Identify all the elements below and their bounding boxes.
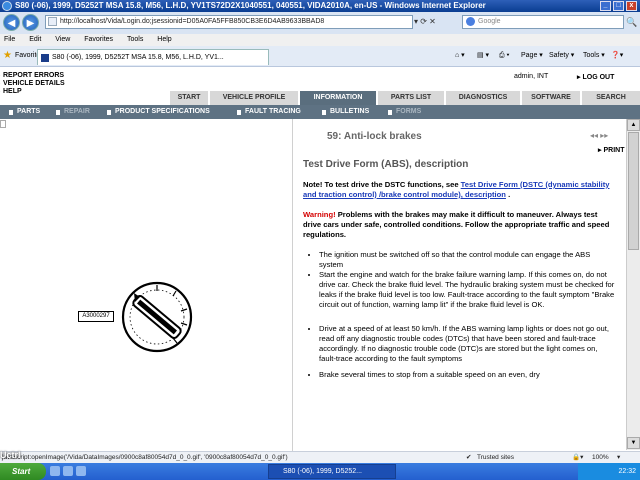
image-panel-handle[interactable] (0, 120, 6, 128)
address-input[interactable]: http://localhost/Vida/Login.do;jsessioni… (45, 15, 413, 29)
scroll-thumb[interactable] (628, 132, 639, 250)
safety-menu[interactable]: Safety ▾ (549, 46, 574, 66)
menu-help[interactable]: Help (157, 36, 171, 43)
favorites-bar: ★ Favorites S80 (-06), 1999, D5252T MSA … (0, 46, 640, 67)
document-content: Test Drive Form (ABS), description Note!… (303, 156, 615, 448)
quicklaunch-icon[interactable] (50, 466, 60, 476)
list-item: Drive at a speed of at least 50 km/h. If… (319, 324, 615, 364)
forward-button[interactable]: ▶ (22, 14, 39, 31)
subnav-repair[interactable]: REPAIR (64, 105, 90, 119)
note-paragraph: Note! To test drive the DSTC functions, … (303, 180, 615, 200)
quicklaunch-icon[interactable] (63, 466, 73, 476)
volvo-tab-icon (41, 54, 49, 62)
top-links: REPORT ERRORS VEHICLE DETAILS HELP (0, 72, 90, 96)
menu-file[interactable]: File (4, 36, 15, 43)
search-input[interactable]: Google (462, 15, 624, 29)
help-icon[interactable]: ❓▾ (611, 46, 623, 66)
list-item: Start the engine and watch for the brake… (319, 270, 615, 310)
report-errors-link[interactable]: REPORT ERRORS (0, 72, 90, 80)
subnav-marker (56, 110, 60, 115)
tab-software[interactable]: SOFTWARE (522, 91, 581, 105)
command-bar: ⌂ ▾ ▤ ▾ ⎙ ▾ Page ▾ Safety ▾ Tools ▾ ❓▾ (455, 46, 640, 66)
warning-text: Problems with the brakes may make it dif… (303, 210, 610, 239)
back-button[interactable]: ◀ (3, 14, 20, 31)
section-title: 59: Anti-lock brakes (327, 131, 422, 142)
vertical-scrollbar[interactable]: ▲ ▼ (626, 119, 640, 450)
subnav-parts[interactable]: PARTS (17, 105, 40, 119)
close-window-button[interactable]: x (626, 1, 637, 11)
image-reference-label: A3000297 (78, 311, 114, 322)
search-icon[interactable]: 🔍 (626, 15, 638, 29)
subnav-marker (322, 110, 326, 115)
tab-search[interactable]: SEARCH (582, 91, 640, 105)
list-item: Brake several times to stop from a suita… (319, 370, 615, 380)
warning-paragraph: Warning! Problems with the brakes may ma… (303, 210, 615, 240)
list-item: The ignition must be switched off so tha… (319, 250, 615, 270)
print-icon[interactable]: ⎙ ▾ (499, 46, 510, 66)
watermark: Uctrl (0, 450, 21, 460)
vehicle-details-link[interactable]: VEHICLE DETAILS (0, 80, 90, 88)
instruction-list: The ignition must be switched off so tha… (303, 250, 615, 380)
browser-tab-title: S80 (-06), 1999, D5252T MSA 15.8, M56, L… (52, 54, 224, 61)
scroll-down-arrow[interactable]: ▼ (627, 437, 640, 449)
page-menu[interactable]: Page ▾ (521, 46, 543, 66)
warning-heading: Warning! (303, 210, 336, 219)
scroll-up-arrow[interactable]: ▲ (627, 119, 640, 131)
star-icon[interactable]: ★ (3, 51, 12, 61)
tab-vehicle-profile[interactable]: VEHICLE PROFILE (210, 91, 299, 105)
quicklaunch-icon[interactable] (76, 466, 86, 476)
maximize-button[interactable]: □ (613, 1, 624, 11)
start-button[interactable]: Start (0, 463, 46, 480)
taskbar-item-ie[interactable]: S80 (-06), 1999, D5252... (268, 464, 396, 479)
print-label: PRINT (603, 147, 625, 154)
form-title: Test Drive Form (ABS), description (303, 159, 469, 170)
home-icon[interactable]: ⌂ ▾ (455, 46, 465, 66)
search-placeholder: Google (478, 18, 501, 25)
note-suffix: . (505, 190, 511, 199)
menu-view[interactable]: View (55, 36, 70, 43)
tab-start[interactable]: START (170, 91, 209, 105)
menu-edit[interactable]: Edit (29, 36, 41, 43)
user-name: admin, INT (514, 73, 549, 80)
tab-parts-list[interactable]: PARTS LIST (378, 91, 445, 105)
sub-navigation: PARTS REPAIR PRODUCT SPECIFICATIONS FAUL… (0, 105, 640, 119)
panel-divider[interactable] (292, 119, 293, 451)
page-icon (48, 17, 57, 26)
main-tabs: START VEHICLE PROFILE INFORMATION PARTS … (170, 91, 640, 105)
note-prefix: Note! To test drive the DSTC functions, … (303, 180, 461, 189)
help-link[interactable]: HELP (0, 88, 90, 96)
system-tray: 22:32 (578, 463, 640, 480)
address-url: http://localhost/Vida/Login.do;jsessioni… (60, 18, 325, 25)
tab-information[interactable]: INFORMATION (300, 91, 377, 105)
browser-tab[interactable]: S80 (-06), 1999, D5252T MSA 15.8, M56, L… (37, 49, 269, 65)
menu-tools[interactable]: Tools (127, 36, 143, 43)
document-nav-arrows[interactable]: ◂◂ ▸▸ (590, 131, 608, 140)
logout-label: LOG OUT (582, 74, 615, 81)
subnav-marker (388, 110, 392, 115)
window-title-bar: S80 (-06), 1999, D5252T MSA 15.8, M56, L… (0, 0, 640, 12)
subnav-bulletins[interactable]: BULLETINS (330, 105, 369, 119)
window-title: S80 (-06), 1999, D5252T MSA 15.8, M56, L… (15, 1, 486, 10)
menu-bar: File Edit View Favorites Tools Help (0, 34, 640, 46)
brake-warning-lamp-dial-image[interactable] (121, 281, 193, 353)
tools-menu[interactable]: Tools ▾ (583, 46, 605, 66)
refresh-stop-buttons[interactable]: ▾ ⟳ ✕ (414, 15, 460, 29)
clock: 22:32 (618, 468, 636, 475)
subnav-fault-tracing[interactable]: FAULT TRACING (245, 105, 301, 119)
print-button[interactable]: ▸ PRINT (598, 146, 624, 154)
tab-diagnostics[interactable]: DIAGNOSTICS (446, 91, 521, 105)
feeds-icon[interactable]: ▤ ▾ (477, 46, 489, 66)
google-icon (466, 17, 475, 26)
taskbar: Start S80 (-06), 1999, D5252... 22:32 (0, 463, 640, 480)
subnav-product-specifications[interactable]: PRODUCT SPECIFICATIONS (115, 105, 210, 119)
minimize-button[interactable]: _ (600, 1, 611, 11)
ie-icon (2, 1, 12, 11)
subnav-forms[interactable]: FORMS (396, 105, 421, 119)
menu-favorites[interactable]: Favorites (84, 36, 113, 43)
subnav-marker (237, 110, 241, 115)
subnav-marker (107, 110, 111, 115)
subnav-marker (9, 110, 13, 115)
logout-link[interactable]: ▸ LOG OUT (577, 73, 614, 81)
